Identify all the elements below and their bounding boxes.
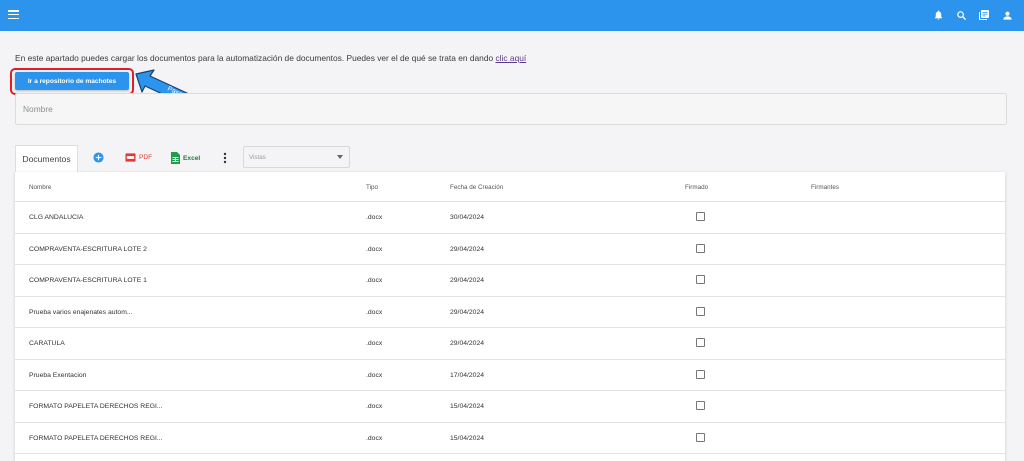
intro-text: En este apartado puedes cargar los docum… xyxy=(15,53,526,63)
header-signed[interactable]: Firmado xyxy=(685,184,708,191)
signed-checkbox[interactable] xyxy=(696,212,705,221)
cell-type: .docx xyxy=(366,308,383,316)
cell-date: 29/04/2024 xyxy=(450,245,485,253)
cell-type: .docx xyxy=(366,340,383,347)
cell-date: 15/04/2024 xyxy=(450,434,485,442)
signed-checkbox[interactable] xyxy=(696,401,705,410)
chevron-down-icon xyxy=(337,155,343,159)
cell-type: .docx xyxy=(366,403,383,410)
header-name[interactable]: Nombre xyxy=(29,184,51,191)
signed-checkbox[interactable] xyxy=(696,338,705,347)
signed-checkbox[interactable] xyxy=(696,369,705,379)
account-person-icon[interactable] xyxy=(1000,7,1014,23)
intro-description: En este apartado puedes cargar los docum… xyxy=(15,53,496,63)
cell-type: .docx xyxy=(366,245,383,253)
pdf-file-icon xyxy=(125,153,136,162)
cell-date: 29/04/2024 xyxy=(450,277,485,284)
table-row[interactable]: CARATULA .docx 29/04/2024 xyxy=(15,328,1005,360)
menu-icon[interactable] xyxy=(8,10,19,20)
cell-date: 29/04/2024 xyxy=(450,308,485,316)
table-row[interactable]: FORMATO PAPELETA DERECHOS REGI... .docx 15… xyxy=(15,391,1005,423)
go-to-template-repository-button[interactable]: Ir a repositorio de machotes xyxy=(15,72,129,90)
table-row[interactable]: CLG ANDALUCIA .docx 30/04/2024 xyxy=(15,202,1005,234)
header-signers[interactable]: Firmantes xyxy=(811,184,839,191)
cell-type: .docx xyxy=(366,277,383,284)
header-date[interactable]: Fecha de Creación xyxy=(450,184,503,191)
table-header: Nombre Tipo Fecha de Creación Firmado Fi… xyxy=(15,172,1005,202)
table-body: CLG ANDALUCIA .docx 30/04/2024 COMPRAVENTA-… xyxy=(15,202,1005,454)
add-document-button[interactable] xyxy=(93,152,104,163)
cell-date: 17/04/2024 xyxy=(450,371,485,379)
pdf-label: PDF xyxy=(139,154,153,161)
signed-checkbox[interactable] xyxy=(696,306,705,316)
tab-documents[interactable]: Documentos xyxy=(15,145,78,172)
cell-name: FORMATO PAPELETA DERECHOS REGI... xyxy=(29,434,163,442)
cell-name: COMPRAVENTA-ESCRITURA LOTE 2 xyxy=(29,245,147,253)
help-link[interactable]: clic aquí xyxy=(495,53,526,63)
top-app-bar xyxy=(0,0,1024,31)
excel-label: Excel xyxy=(183,154,201,162)
views-select[interactable]: Vistas xyxy=(243,146,350,168)
cell-type: .docx xyxy=(366,371,383,379)
cell-name: Prueba Exentacion xyxy=(29,371,87,379)
table-row[interactable]: Prueba Exentacion .docx 17/04/2024 xyxy=(15,360,1005,391)
header-type[interactable]: Tipo xyxy=(366,184,378,191)
notifications-bell-icon[interactable] xyxy=(931,7,945,23)
signed-checkbox[interactable] xyxy=(696,432,705,442)
name-input[interactable] xyxy=(16,94,1006,124)
more-options-button[interactable] xyxy=(221,152,229,164)
cell-type: .docx xyxy=(366,214,383,221)
signed-checkbox[interactable] xyxy=(696,275,705,284)
views-placeholder: Vistas xyxy=(249,153,266,161)
cell-date: 30/04/2024 xyxy=(450,214,485,221)
top-actions xyxy=(931,7,1014,23)
library-books-icon[interactable] xyxy=(977,7,991,23)
signed-checkbox[interactable] xyxy=(696,243,705,253)
plus-circle-icon xyxy=(93,152,104,163)
name-field[interactable] xyxy=(15,93,1007,125)
more-vert-icon xyxy=(223,152,227,164)
cell-date: 29/04/2024 xyxy=(450,340,485,347)
cell-date: 15/04/2024 xyxy=(450,403,485,410)
cell-name: COMPRAVENTA-ESCRITURA LOTE 1 xyxy=(29,277,147,284)
table-row[interactable]: Prueba varios enajenates autom... .docx 29… xyxy=(15,297,1005,328)
spreadsheet-icon xyxy=(171,152,180,164)
search-icon[interactable] xyxy=(954,7,968,23)
export-excel-button[interactable]: Excel xyxy=(171,152,200,164)
export-pdf-button[interactable]: PDF xyxy=(125,152,152,163)
cell-name: Prueba varios enajenates autom... xyxy=(29,308,133,316)
table-row[interactable]: COMPRAVENTA-ESCRITURA LOTE 1 .docx 29/04/2… xyxy=(15,265,1005,297)
cell-type: .docx xyxy=(366,434,383,442)
table-row[interactable]: COMPRAVENTA-ESCRITURA LOTE 2 .docx 29/04/2… xyxy=(15,234,1005,265)
cell-name: CARATULA xyxy=(29,340,65,347)
table-row[interactable]: FORMATO PAPELETA DERECHOS REGI... .docx 15… xyxy=(15,423,1005,454)
cell-name: CLG ANDALUCIA xyxy=(29,214,84,221)
cell-name: FORMATO PAPELETA DERECHOS REGI... xyxy=(29,403,163,410)
documents-table: Nombre Tipo Fecha de Creación Firmado Fi… xyxy=(15,172,1005,461)
